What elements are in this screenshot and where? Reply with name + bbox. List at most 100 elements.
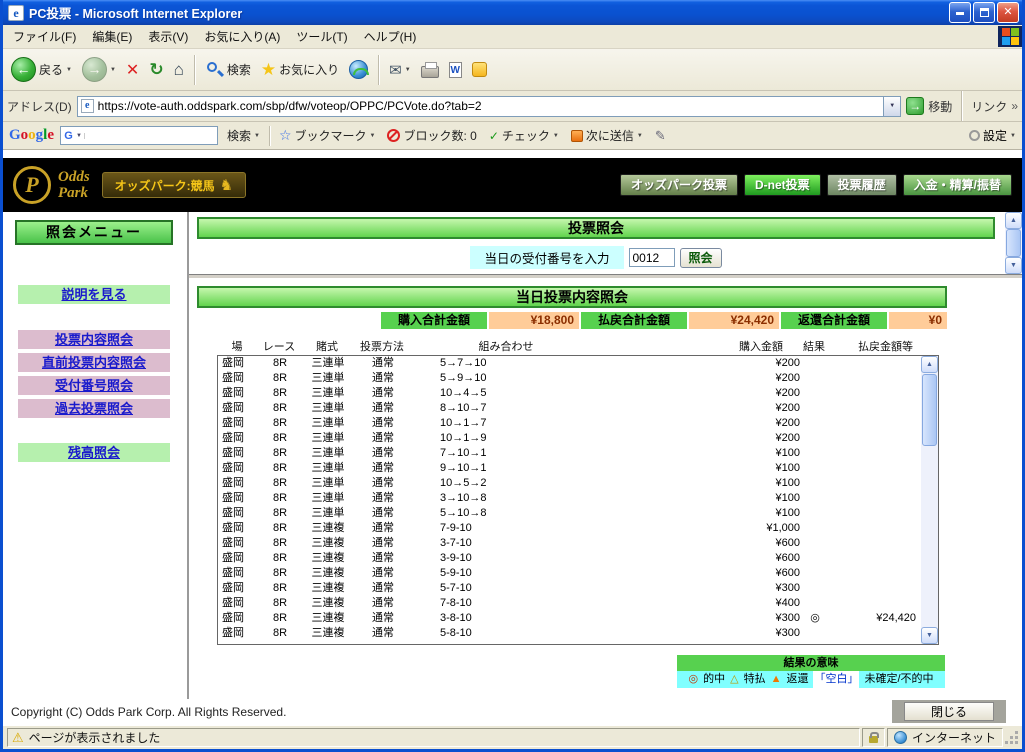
cell-payout bbox=[830, 491, 916, 506]
nav-vote-history[interactable]: 投票履歴 bbox=[826, 174, 897, 196]
menu-file[interactable]: ファイル(F) bbox=[5, 25, 84, 48]
back-dropdown-icon[interactable]: ▼ bbox=[66, 67, 72, 73]
bet-list-scrollbar[interactable]: ▲ ▼ bbox=[921, 356, 938, 644]
highlight-button[interactable]: ✎ bbox=[652, 126, 669, 146]
table-row: 盛岡 8R 三連単 通常 10→5→2 ¥100 bbox=[218, 476, 921, 491]
close-page-button[interactable]: 閉じる bbox=[904, 702, 994, 721]
edit-word-button[interactable]: W bbox=[445, 60, 466, 80]
top-frame-scrollbar[interactable]: ▲ ▼ bbox=[1005, 212, 1022, 274]
google-bookmarks-button[interactable]: ☆ ブックマーク ▼ bbox=[276, 125, 379, 146]
google-search-input[interactable] bbox=[84, 127, 217, 144]
messenger-button[interactable] bbox=[468, 60, 491, 79]
window-title: PC投票 - Microsoft Internet Explorer bbox=[29, 7, 243, 21]
sidebar-item-vote-details[interactable]: 投票内容照会 bbox=[18, 330, 170, 349]
nav-deposit-settlement[interactable]: 入金・精算/振替 bbox=[902, 174, 1012, 196]
popup-blocker-button[interactable]: ブロック数: 0 bbox=[384, 125, 479, 146]
send-to-button[interactable]: 次に送信 ▼ bbox=[568, 125, 646, 146]
cell-method: 通常 bbox=[372, 492, 394, 504]
oddspark-logo[interactable]: P Odds Park bbox=[13, 166, 90, 204]
google-search-dropdown-icon[interactable]: ▼ bbox=[76, 132, 85, 139]
address-field[interactable]: e https://vote-auth.oddspark.com/sbp/dfw… bbox=[76, 95, 902, 117]
links-chevron-icon[interactable]: » bbox=[1011, 99, 1018, 113]
scrollbar-thumb[interactable] bbox=[1006, 229, 1021, 257]
cell-amount: ¥600 bbox=[775, 552, 800, 564]
cell-method: 通常 bbox=[372, 627, 394, 639]
table-row: 盛岡 8R 三連複 通常 5-8-10 ¥300 bbox=[218, 626, 921, 641]
cell-result bbox=[800, 491, 830, 506]
favorites-button[interactable]: ★ お気に入り bbox=[257, 58, 343, 82]
receipt-number-input[interactable] bbox=[628, 248, 675, 267]
sidebar-item-recent-vote-details[interactable]: 直前投票内容照会 bbox=[18, 353, 170, 372]
cell-track: 盛岡 bbox=[222, 357, 244, 369]
stop-button[interactable]: ✕ bbox=[122, 58, 143, 82]
cell-payout bbox=[830, 581, 916, 596]
scroll-up-icon[interactable]: ▲ bbox=[1005, 212, 1022, 229]
check-dropdown-icon[interactable]: ▼ bbox=[553, 133, 559, 139]
minimize-button[interactable] bbox=[949, 2, 971, 23]
menu-tools[interactable]: ツール(T) bbox=[288, 25, 355, 48]
send-to-dropdown-icon[interactable]: ▼ bbox=[637, 133, 643, 139]
resize-grip[interactable] bbox=[1006, 730, 1020, 746]
back-button[interactable]: ← 戻る ▼ bbox=[7, 55, 76, 84]
menu-help[interactable]: ヘルプ(H) bbox=[356, 25, 425, 48]
sidebar-item-help[interactable]: 説明を見る bbox=[18, 285, 170, 304]
table-row: 盛岡 8R 三連複 通常 7-9-10 ¥1,000 bbox=[218, 521, 921, 536]
cell-method: 通常 bbox=[372, 402, 394, 414]
cell-amount: ¥200 bbox=[775, 402, 800, 414]
cell-combination: 5→10→8 bbox=[440, 507, 487, 519]
cell-race: 8R bbox=[272, 492, 288, 504]
google-toolbar: Google G ▼ 検索 ▼ ☆ ブックマーク ▼ ブロック数: 0 ✓ チェ… bbox=[3, 122, 1022, 150]
nav-dnet-vote[interactable]: D-net投票 bbox=[743, 174, 821, 196]
menu-favorites[interactable]: お気に入り(A) bbox=[196, 25, 288, 48]
cell-payout bbox=[830, 506, 916, 521]
google-settings-button[interactable]: 設定 ▼ bbox=[969, 127, 1016, 144]
bookmarks-dropdown-icon[interactable]: ▼ bbox=[370, 133, 376, 139]
forward-button[interactable]: → ▼ bbox=[78, 55, 120, 84]
cell-amount: ¥200 bbox=[775, 357, 800, 369]
mail-button[interactable]: ✉ ▼ bbox=[385, 59, 415, 81]
scroll-down-icon[interactable]: ▼ bbox=[921, 627, 938, 644]
menu-view[interactable]: 表示(V) bbox=[140, 25, 196, 48]
table-row: 盛岡 8R 三連単 通常 5→10→8 ¥100 bbox=[218, 506, 921, 521]
search-button[interactable]: 検索 bbox=[201, 58, 255, 81]
cell-track: 盛岡 bbox=[222, 597, 244, 609]
scroll-down-icon[interactable]: ▼ bbox=[1005, 257, 1022, 274]
scrollbar-thumb[interactable] bbox=[922, 374, 937, 446]
cell-race: 8R bbox=[272, 357, 288, 369]
inquiry-submit-button[interactable]: 照会 bbox=[679, 247, 722, 268]
nav-oddspark-vote[interactable]: オッズパーク投票 bbox=[619, 174, 738, 196]
maximize-button[interactable] bbox=[973, 2, 995, 23]
scroll-up-icon[interactable]: ▲ bbox=[921, 356, 938, 373]
settings-dropdown-icon[interactable]: ▼ bbox=[1010, 133, 1016, 139]
cell-race: 8R bbox=[272, 387, 288, 399]
sidebar-item-receipt-number[interactable]: 受付番号照会 bbox=[18, 376, 170, 395]
google-search-label: 検索 bbox=[226, 129, 251, 143]
address-dropdown-icon[interactable]: ▼ bbox=[883, 96, 901, 116]
mail-dropdown-icon[interactable]: ▼ bbox=[405, 67, 411, 73]
status-bar: ⚠ ページが表示されました インターネット bbox=[3, 725, 1022, 749]
refresh-button[interactable]: ↻ bbox=[145, 58, 167, 82]
cell-bet-type: 三連単 bbox=[311, 477, 345, 489]
home-button[interactable]: ⌂ bbox=[170, 58, 188, 82]
google-search-options-icon[interactable]: ▼ bbox=[254, 133, 260, 139]
address-url[interactable]: https://vote-auth.oddspark.com/sbp/dfw/v… bbox=[94, 99, 884, 113]
google-search-box[interactable]: G ▼ bbox=[60, 126, 218, 145]
history-button[interactable] bbox=[345, 58, 372, 81]
sidebar-item-balance[interactable]: 残高照会 bbox=[18, 443, 170, 462]
cell-race: 8R bbox=[272, 417, 288, 429]
print-button[interactable] bbox=[417, 60, 443, 80]
google-search-button[interactable]: 検索 ▼ bbox=[224, 125, 263, 146]
links-toolbar[interactable]: リンク » bbox=[971, 98, 1018, 115]
go-button[interactable]: → 移動 bbox=[906, 97, 952, 115]
google-logo: Google bbox=[9, 127, 55, 143]
close-window-button[interactable]: ✕ bbox=[997, 2, 1019, 23]
menu-edit[interactable]: 編集(E) bbox=[84, 25, 140, 48]
history-globe-icon bbox=[349, 60, 370, 79]
sidebar-item-past-votes[interactable]: 過去投票照会 bbox=[18, 399, 170, 418]
cell-result bbox=[800, 431, 830, 446]
window-titlebar[interactable]: e PC投票 - Microsoft Internet Explorer ✕ bbox=[3, 0, 1022, 25]
forward-dropdown-icon[interactable]: ▼ bbox=[110, 67, 116, 73]
forward-icon: → bbox=[81, 57, 107, 82]
spellcheck-button[interactable]: ✓ チェック ▼ bbox=[486, 125, 562, 146]
sidebar: 照会メニュー 説明を見る 投票内容照会 直前投票内容照会 受付番号照会 過去投票… bbox=[3, 212, 189, 699]
